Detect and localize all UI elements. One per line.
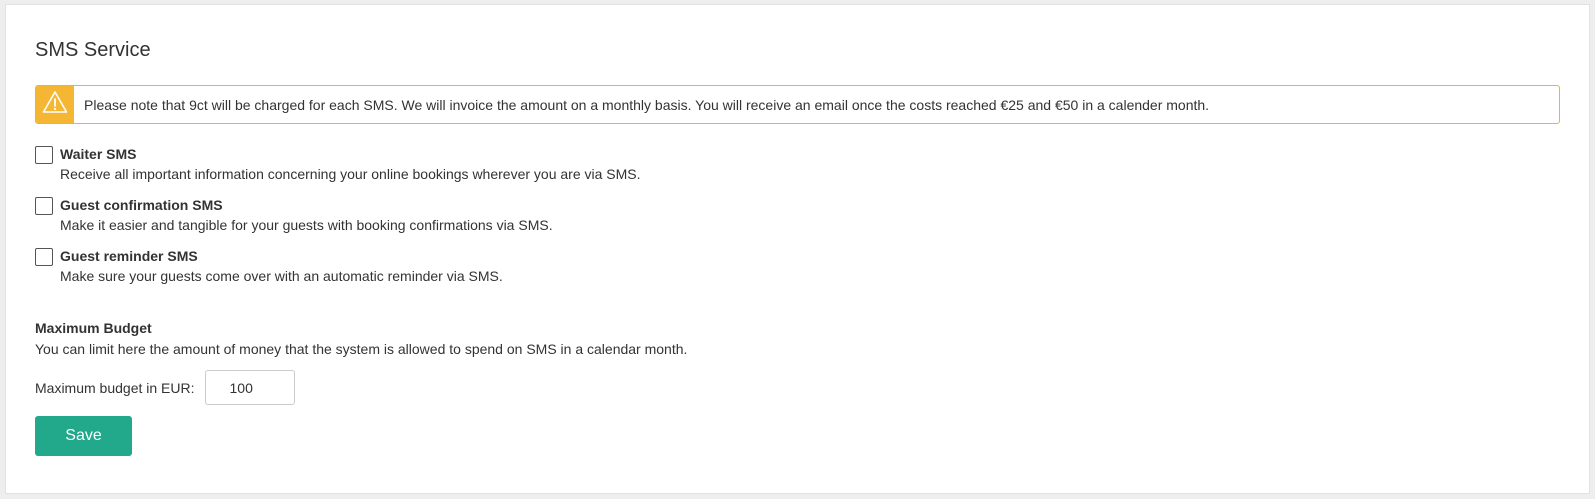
waiter-sms-description: Receive all important information concer… (60, 166, 641, 182)
budget-field-label: Maximum budget in EUR: (35, 379, 195, 396)
alert-text: Please note that 9ct will be charged for… (84, 96, 1210, 113)
guest-confirmation-sms-label: Guest confirmation SMS (60, 197, 223, 213)
guest-confirmation-sms-description: Make it easier and tangible for your gue… (60, 217, 553, 233)
save-button[interactable]: Save (35, 416, 132, 456)
warning-alert: Please note that 9ct will be charged for… (35, 85, 1560, 124)
budget-row: Maximum budget in EUR: (35, 370, 295, 405)
guest-reminder-sms-checkbox[interactable] (35, 248, 53, 266)
guest-confirmation-sms-checkbox[interactable] (35, 197, 53, 215)
option-guest-confirmation-sms: Guest confirmation SMS Make it easier an… (35, 196, 553, 236)
waiter-sms-checkbox[interactable] (35, 146, 53, 164)
budget-heading: Maximum Budget (35, 320, 152, 336)
option-guest-reminder-sms: Guest reminder SMS Make sure your guests… (35, 247, 503, 287)
budget-input[interactable] (204, 370, 295, 405)
option-waiter-sms: Waiter SMS Receive all important informa… (35, 145, 641, 185)
sms-service-panel: SMS Service Please note that 9ct will be… (5, 4, 1590, 494)
waiter-sms-label: Waiter SMS (60, 146, 137, 162)
warning-icon (42, 90, 68, 119)
alert-icon-box (36, 86, 74, 123)
guest-reminder-sms-description: Make sure your guests come over with an … (60, 268, 503, 284)
page-title: SMS Service (35, 39, 151, 61)
budget-description: You can limit here the amount of money t… (35, 341, 688, 357)
guest-reminder-sms-label: Guest reminder SMS (60, 248, 198, 264)
